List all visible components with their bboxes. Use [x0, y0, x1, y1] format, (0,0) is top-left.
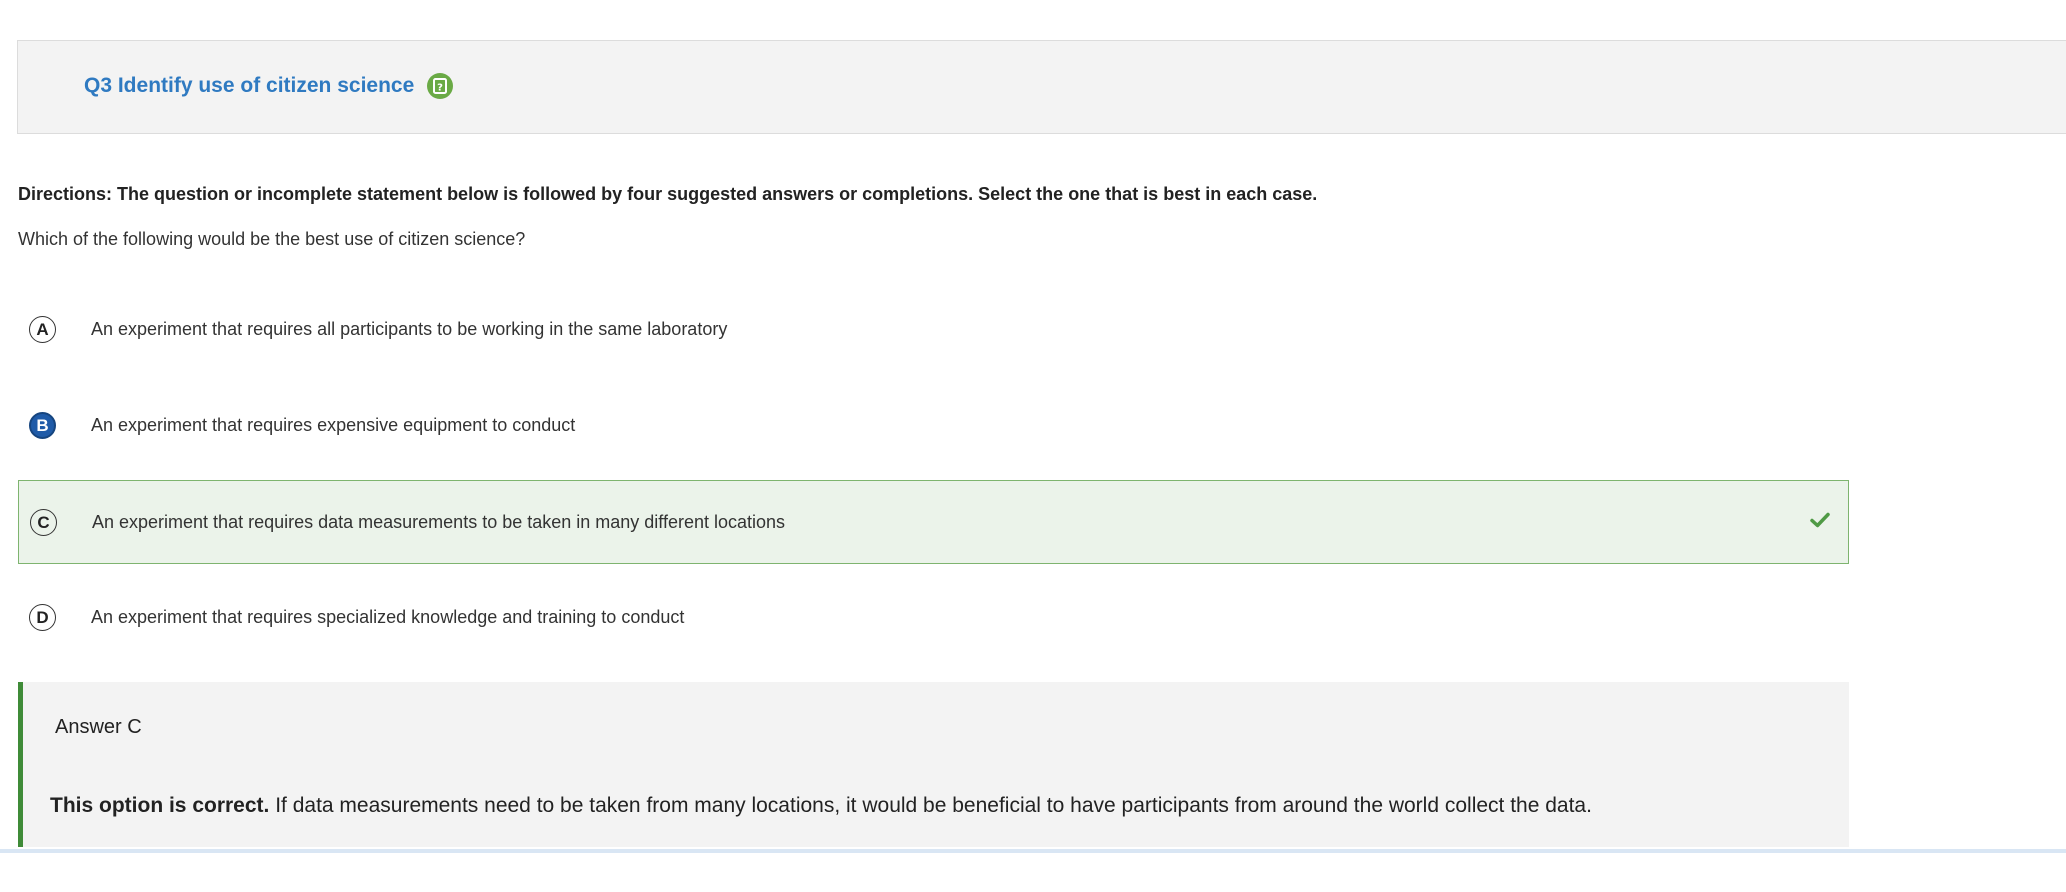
answer-verdict: This option is correct.	[50, 794, 270, 817]
answer-explanation: This option is correct. If data measurem…	[50, 794, 1592, 818]
option-letter-a[interactable]: A	[29, 316, 56, 343]
question-title: Q3 Identify use of citizen science	[84, 74, 415, 97]
directions-text: Directions: The question or incomplete s…	[18, 184, 1318, 204]
question-header: Q3 Identify use of citizen science ?	[17, 40, 2066, 134]
question-stem: Which of the following would be the best…	[18, 229, 526, 249]
option-text-c: An experiment that requires data measure…	[92, 512, 786, 532]
bottom-divider	[0, 849, 2066, 853]
svg-text:?: ?	[437, 83, 443, 94]
option-letter-b[interactable]: B	[29, 412, 56, 439]
option-letter-c[interactable]: C	[30, 509, 57, 536]
option-text-b: An experiment that requires expensive eq…	[91, 415, 576, 435]
question-mark-icon: ?	[427, 73, 453, 99]
answer-option-d[interactable]: D An experiment that requires specialize…	[18, 576, 1849, 660]
answer-heading: Answer C	[55, 716, 142, 738]
option-letter-d[interactable]: D	[29, 604, 56, 631]
answer-option-a[interactable]: A An experiment that requires all partic…	[18, 288, 1849, 372]
answer-option-c[interactable]: C An experiment that requires data measu…	[18, 480, 1849, 564]
checkmark-icon	[1810, 512, 1830, 533]
answer-explanation-panel: Answer C This option is correct. If data…	[18, 682, 1849, 847]
answer-option-b[interactable]: B An experiment that requires expensive …	[18, 384, 1849, 468]
option-text-d: An experiment that requires specialized …	[91, 607, 685, 627]
option-text-a: An experiment that requires all particip…	[91, 319, 728, 339]
answer-explanation-text: If data measurements need to be taken fr…	[269, 794, 1592, 817]
